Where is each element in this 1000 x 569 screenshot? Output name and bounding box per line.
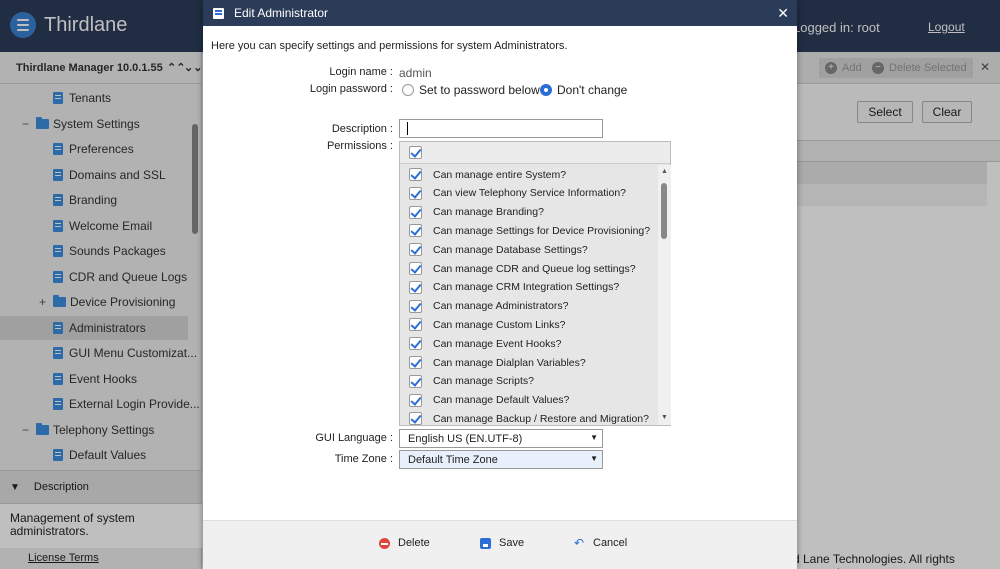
undo-icon: ↶ [574, 535, 585, 550]
permissions-rows: Can manage entire System? Can view Teleph… [400, 165, 658, 425]
dialog-footer: Delete Save ↶ Cancel [203, 520, 797, 569]
permission-row[interactable]: Can manage CDR and Queue log settings? [400, 259, 658, 278]
select-all-checkbox[interactable] [409, 146, 422, 159]
permission-checkbox[interactable] [409, 356, 422, 369]
dropdown-caret-icon: ▼ [590, 433, 598, 442]
save-label: Save [499, 537, 525, 549]
time-zone-value: Default Time Zone [408, 453, 498, 466]
permission-label: Can manage Branding? [433, 206, 544, 219]
delete-icon [379, 537, 390, 549]
permission-label: Can manage Event Hooks? [433, 337, 562, 350]
delete-button[interactable]: Delete [379, 537, 430, 549]
password-keep-label: Don't change [557, 83, 628, 97]
permissions-header [400, 142, 670, 164]
time-zone-select[interactable]: Default Time Zone ▼ [399, 450, 603, 469]
permissions-label: Permissions : [326, 140, 393, 152]
permissions-list: Can manage entire System? Can view Teleph… [399, 141, 671, 426]
permission-label: Can manage Custom Links? [433, 318, 566, 331]
permission-label: Can view Telephony Service Information? [433, 187, 626, 200]
dialog-intro: Here you can specify settings and permis… [211, 40, 568, 52]
scroll-down-icon[interactable]: ▼ [661, 414, 668, 421]
permission-row[interactable]: Can manage entire System? [400, 165, 658, 184]
permission-row[interactable]: Can manage Scripts? [400, 372, 658, 391]
gui-language-select[interactable]: English US (EN.UTF-8) ▼ [399, 429, 603, 448]
permission-row[interactable]: Can manage Branding? [400, 203, 658, 222]
permission-label: Can manage Settings for Device Provision… [433, 224, 651, 237]
permission-row[interactable]: Can manage CRM Integration Settings? [400, 278, 658, 297]
dialog-title: Edit Administrator [234, 6, 329, 20]
permissions-scrollbar[interactable]: ▲ ▼ [658, 165, 671, 425]
description-label: Description : [331, 123, 393, 135]
permission-row[interactable]: Can manage Dialplan Variables? [400, 353, 658, 372]
permission-checkbox[interactable] [409, 374, 422, 388]
login-name-value: admin [399, 66, 432, 80]
permission-checkbox[interactable] [409, 318, 422, 332]
permission-label: Can manage Default Values? [433, 394, 570, 407]
gui-language-label: GUI Language : [315, 432, 393, 444]
save-button[interactable]: Save [480, 537, 524, 549]
permission-row[interactable]: Can manage Custom Links? [400, 315, 658, 334]
permission-label: Can manage Database Settings? [433, 243, 588, 256]
password-set-label: Set to password below [419, 83, 540, 97]
permission-label: Can manage entire System? [433, 168, 567, 181]
gui-language-value: English US (EN.UTF-8) [408, 432, 523, 445]
edit-administrator-dialog: Edit Administrator ✕ Here you can specif… [203, 0, 797, 569]
permission-checkbox[interactable] [409, 299, 422, 313]
time-zone-label: Time Zone : [334, 453, 393, 465]
permission-row[interactable]: Can manage Backup / Restore and Migratio… [400, 409, 658, 425]
permission-checkbox[interactable] [409, 224, 422, 238]
permission-checkbox[interactable] [409, 243, 422, 257]
permission-checkbox[interactable] [409, 168, 422, 181]
permission-checkbox[interactable] [409, 262, 422, 275]
permission-checkbox[interactable] [409, 412, 422, 425]
password-keep-radio[interactable]: Don't change [540, 83, 627, 97]
cancel-label: Cancel [593, 537, 628, 549]
description-input[interactable] [399, 119, 603, 138]
text-caret [407, 122, 408, 135]
permission-row[interactable]: Can manage Settings for Device Provision… [400, 221, 658, 240]
close-icon[interactable]: ✕ [777, 5, 789, 22]
radio-unchecked-icon [402, 84, 414, 96]
permission-label: Can manage Dialplan Variables? [433, 356, 586, 369]
permission-label: Can manage Administrators? [433, 300, 569, 313]
scrollbar-thumb[interactable] [661, 183, 667, 239]
permission-checkbox[interactable] [409, 205, 422, 219]
permission-label: Can manage Scripts? [433, 375, 534, 388]
permission-row[interactable]: Can manage Event Hooks? [400, 334, 658, 353]
scroll-up-icon[interactable]: ▲ [661, 168, 668, 175]
login-name-label: Login name : [329, 66, 393, 78]
radio-checked-icon [540, 84, 552, 96]
password-set-radio[interactable]: Set to password below [402, 83, 540, 97]
permission-checkbox[interactable] [409, 393, 422, 407]
permission-label: Can manage CRM Integration Settings? [433, 281, 620, 294]
permission-row[interactable]: Can view Telephony Service Information? [400, 184, 658, 203]
login-password-label: Login password : [309, 83, 393, 95]
permission-checkbox[interactable] [409, 280, 422, 294]
window-icon [213, 7, 224, 19]
permission-row[interactable]: Can manage Database Settings? [400, 240, 658, 259]
permission-checkbox[interactable] [409, 186, 422, 200]
save-icon [480, 537, 491, 549]
permission-row[interactable]: Can manage Default Values? [400, 391, 658, 410]
permission-label: Can manage Backup / Restore and Migratio… [433, 412, 649, 425]
delete-label: Delete [398, 537, 430, 549]
permission-row[interactable]: Can manage Administrators? [400, 297, 658, 316]
cancel-button[interactable]: ↶ Cancel [574, 535, 628, 550]
permission-label: Can manage CDR and Queue log settings? [433, 262, 636, 275]
permission-checkbox[interactable] [409, 337, 422, 351]
dialog-title-bar: Edit Administrator ✕ [203, 0, 797, 26]
dropdown-caret-icon: ▼ [590, 454, 598, 463]
